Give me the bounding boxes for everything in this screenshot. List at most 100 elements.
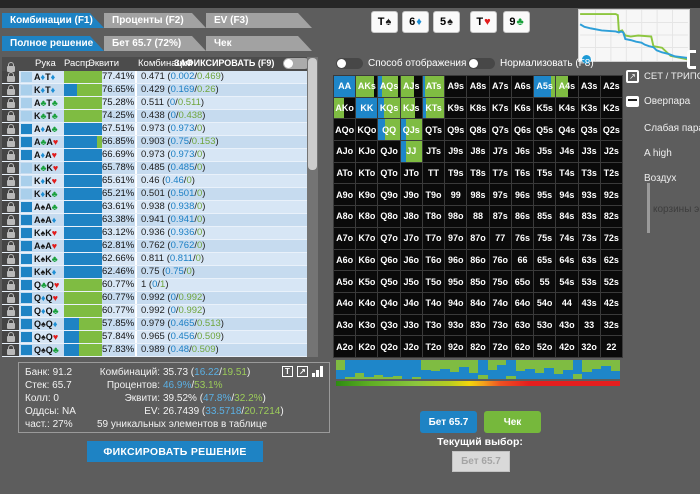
matrix-cell-K2s[interactable]: K2s: [600, 97, 622, 119]
matrix-cell-AQs[interactable]: AQs: [378, 76, 400, 97]
matrix-cell-93o[interactable]: 93o: [445, 314, 467, 336]
table-row[interactable]: K♣T♣ 74.25% 0.438 (0/0.438): [2, 110, 307, 123]
matrix-cell-A3s[interactable]: A3s: [578, 76, 600, 97]
matrix-cell-K8s[interactable]: K8s: [467, 97, 489, 119]
matrix-cell-JTs[interactable]: JTs: [422, 141, 445, 162]
matrix-cell-84s[interactable]: 84s: [556, 206, 578, 227]
matrix-cell-A4o[interactable]: A4o: [334, 292, 356, 314]
matrix-cell-76o[interactable]: 76o: [489, 249, 511, 271]
matrix-cell-A8s[interactable]: A8s: [467, 76, 489, 97]
matrix-cell-T2s[interactable]: T2s: [600, 162, 622, 184]
matrix-cell-65s[interactable]: 65s: [534, 249, 556, 271]
matrix-cell-53o[interactable]: 53o: [534, 314, 556, 336]
matrix-cell-T4o[interactable]: T4o: [422, 292, 445, 314]
matrix-cell-Q9s[interactable]: Q9s: [445, 119, 467, 141]
legend-item-оверпара[interactable]: Оверпара: [626, 96, 690, 107]
table-row[interactable]: A♦A♣ 67.51% 0.973 (0.973/0): [2, 123, 307, 136]
matrix-cell-22[interactable]: 22: [600, 336, 622, 357]
matrix-cell-74o[interactable]: 74o: [489, 292, 511, 314]
tab-полное-решение[interactable]: Полное решение: [2, 36, 104, 51]
matrix-cell-96o[interactable]: 96o: [445, 249, 467, 271]
matrix-cell-Q4o[interactable]: Q4o: [378, 292, 400, 314]
matrix-cell-94s[interactable]: 94s: [556, 184, 578, 206]
board-card-T♠[interactable]: T ♠: [371, 11, 398, 33]
matrix-cell-AA[interactable]: AA: [334, 76, 356, 97]
matrix-cell-63o[interactable]: 63o: [511, 314, 534, 336]
table-row[interactable]: A♠A♥ 62.81% 0.762 (0.762/0): [2, 240, 307, 253]
matrix-cell-96s[interactable]: 96s: [511, 184, 534, 206]
matrix-cell-A8o[interactable]: A8o: [334, 206, 356, 227]
table-row[interactable]: A♦T♦ 77.41% 0.471 (0.002/0.469): [2, 71, 307, 84]
matrix-cell-AJs[interactable]: AJs: [400, 76, 422, 97]
chart-bars-icon[interactable]: [312, 366, 323, 377]
matrix-cell-T7o[interactable]: T7o: [422, 227, 445, 249]
matrix-cell-T6o[interactable]: T6o: [422, 249, 445, 271]
legend-item-воздух[interactable]: Воздух: [626, 173, 676, 184]
matrix-cell-87s[interactable]: 87s: [489, 206, 511, 227]
matrix-cell-K4o[interactable]: K4o: [356, 292, 378, 314]
matrix-cell-T3s[interactable]: T3s: [578, 162, 600, 184]
matrix-cell-33[interactable]: 33: [578, 314, 600, 336]
matrix-cell-Q5s[interactable]: Q5s: [534, 119, 556, 141]
matrix-cell-A6s[interactable]: A6s: [511, 76, 534, 97]
popout-icon[interactable]: ↗: [626, 70, 639, 83]
matrix-cell-97s[interactable]: 97s: [489, 184, 511, 206]
matrix-cell-Q7s[interactable]: Q7s: [489, 119, 511, 141]
board-card-9♣[interactable]: 9 ♣: [503, 11, 530, 33]
tab-комбинации-f1-[interactable]: Комбинации (F1): [2, 13, 104, 28]
table-row[interactable]: K♦T♦ 76.65% 0.429 (0.169/0.26): [2, 84, 307, 97]
table-row[interactable]: A♣T♣ 75.28% 0.511 (0/0.511): [2, 97, 307, 110]
matrix-cell-AKo[interactable]: AKo: [334, 97, 356, 119]
matrix-cell-99[interactable]: 99: [445, 184, 467, 206]
matrix-cell-T6s[interactable]: T6s: [511, 162, 534, 184]
table-row[interactable]: Q♠Q♦ 57.85% 0.979 (0.465/0.513): [2, 318, 307, 331]
matrix-cell-Q6o[interactable]: Q6o: [378, 249, 400, 271]
matrix-cell-J4o[interactable]: J4o: [400, 292, 422, 314]
matrix-cell-82s[interactable]: 82s: [600, 206, 622, 227]
matrix-cell-QTo[interactable]: QTo: [378, 162, 400, 184]
matrix-cell-J3o[interactable]: J3o: [400, 314, 422, 336]
matrix-cell-75o[interactable]: 75o: [489, 271, 511, 292]
matrix-cell-52o[interactable]: 52o: [534, 336, 556, 357]
matrix-cell-43s[interactable]: 43s: [578, 292, 600, 314]
matrix-cell-K4s[interactable]: K4s: [556, 97, 578, 119]
matrix-cell-T9s[interactable]: T9s: [445, 162, 467, 184]
popout-icon[interactable]: ↗: [297, 366, 308, 377]
matrix-cell-ATo[interactable]: ATo: [334, 162, 356, 184]
matrix-cell-J2o[interactable]: J2o: [400, 336, 422, 357]
matrix-cell-A6o[interactable]: A6o: [334, 249, 356, 271]
matrix-cell-T3o[interactable]: T3o: [422, 314, 445, 336]
matrix-cell-K7o[interactable]: K7o: [356, 227, 378, 249]
minus-box-icon[interactable]: [626, 96, 639, 107]
matrix-cell-J7s[interactable]: J7s: [489, 141, 511, 162]
matrix-cell-44[interactable]: 44: [556, 292, 578, 314]
table-row[interactable]: K♠K♦ 62.46% 0.75 (0.75/0): [2, 266, 307, 279]
table-row[interactable]: K♣K♥ 65.78% 0.485 (0.485/0): [2, 162, 307, 175]
matrix-cell-63s[interactable]: 63s: [578, 249, 600, 271]
matrix-cell-Q2o[interactable]: Q2o: [378, 336, 400, 357]
fix-range-toggle[interactable]: [283, 58, 310, 69]
matrix-cell-54s[interactable]: 54s: [556, 271, 578, 292]
matrix-cell-K3o[interactable]: K3o: [356, 314, 378, 336]
matrix-cell-K5o[interactable]: K5o: [356, 271, 378, 292]
matrix-cell-J6s[interactable]: J6s: [511, 141, 534, 162]
matrix-cell-J7o[interactable]: J7o: [400, 227, 422, 249]
matrix-cell-T7s[interactable]: T7s: [489, 162, 511, 184]
matrix-cell-42s[interactable]: 42s: [600, 292, 622, 314]
bet-button[interactable]: Бет 65.7: [420, 411, 477, 433]
matrix-cell-K2o[interactable]: K2o: [356, 336, 378, 357]
matrix-cell-KJs[interactable]: KJs: [400, 97, 422, 119]
text-view-icon[interactable]: T: [282, 366, 293, 377]
table-row[interactable]: K♠K♥ 63.12% 0.936 (0.936/0): [2, 227, 307, 240]
matrix-cell-A5o[interactable]: A5o: [334, 271, 356, 292]
matrix-cell-K7s[interactable]: K7s: [489, 97, 511, 119]
matrix-cell-J4s[interactable]: J4s: [556, 141, 578, 162]
table-row[interactable]: A♣A♥ 66.85% 0.903 (0.75/0.153): [2, 136, 307, 149]
matrix-cell-A3o[interactable]: A3o: [334, 314, 356, 336]
matrix-cell-98s[interactable]: 98s: [467, 184, 489, 206]
matrix-cell-86o[interactable]: 86o: [467, 249, 489, 271]
display-mode-toggle[interactable]: [336, 58, 363, 69]
matrix-cell-AQo[interactable]: AQo: [334, 119, 356, 141]
matrix-cell-95s[interactable]: 95s: [534, 184, 556, 206]
matrix-cell-73o[interactable]: 73o: [489, 314, 511, 336]
